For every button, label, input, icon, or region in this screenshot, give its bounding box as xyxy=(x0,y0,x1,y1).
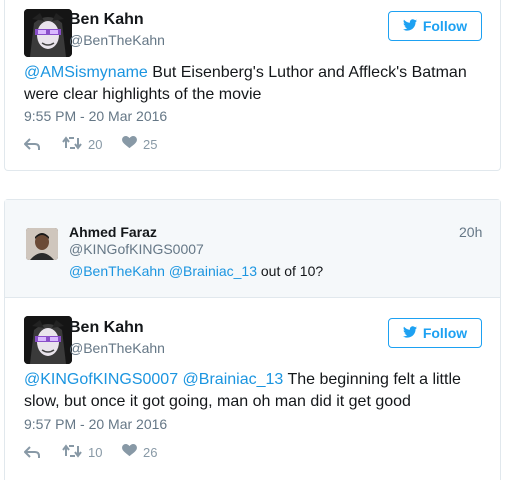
bird-icon xyxy=(402,18,417,34)
follow-label: Follow xyxy=(422,18,468,34)
retweet-icon xyxy=(62,444,82,461)
tweet-text-part: were clear highlights of the movie xyxy=(24,86,262,103)
display-name[interactable]: Ben Kahn xyxy=(69,11,144,29)
retweet-count: 10 xyxy=(88,445,103,460)
reply-text: @BenTheKahn @Brainiac_13 out of 10? xyxy=(69,263,323,279)
retweet-count: 20 xyxy=(88,137,103,152)
follow-label: Follow xyxy=(422,325,468,341)
username[interactable]: @KINGofKINGS0007 xyxy=(69,241,204,257)
follow-button[interactable]: Follow xyxy=(388,11,482,41)
reply-icon xyxy=(24,137,40,154)
mention-link[interactable]: @KINGofKINGS0007 xyxy=(24,371,178,388)
reply-icon xyxy=(24,445,40,462)
retweet-icon xyxy=(62,136,82,153)
timestamp[interactable]: 9:55 PM - 20 Mar 2016 xyxy=(24,108,167,124)
tweet-text-part: slow, but once it got going, man oh man … xyxy=(24,393,411,410)
in-reply-to-tweet[interactable]: Ahmed Faraz @KINGofKINGS0007 20h @BenThe… xyxy=(5,200,500,298)
bird-icon xyxy=(402,325,417,341)
username[interactable]: @BenTheKahn xyxy=(69,340,165,356)
timestamp[interactable]: 9:57 PM - 20 Mar 2016 xyxy=(24,416,167,432)
tweet-text: @KINGofKINGS0007 @Brainiac_13 The beginn… xyxy=(24,369,494,413)
tweet-card: Ben Kahn @BenTheKahn Follow @AMSismyname… xyxy=(4,0,501,171)
follow-button[interactable]: Follow xyxy=(388,318,482,348)
mention-link[interactable]: @AMSismyname xyxy=(24,64,148,81)
tweet-card: Ahmed Faraz @KINGofKINGS0007 20h @BenThe… xyxy=(4,199,501,480)
mention-link[interactable]: @BenTheKahn xyxy=(69,263,165,279)
heart-icon xyxy=(122,136,137,152)
like-button[interactable]: 25 xyxy=(122,136,157,152)
like-button[interactable]: 26 xyxy=(122,444,157,460)
reply-button[interactable] xyxy=(24,137,40,154)
retweet-button[interactable]: 20 xyxy=(62,136,102,153)
avatar[interactable] xyxy=(24,9,72,57)
mention-link[interactable]: @Brainiac_13 xyxy=(183,371,284,388)
display-name[interactable]: Ben Kahn xyxy=(69,319,144,337)
reply-text-part: out of 10? xyxy=(257,263,324,279)
tweet-text-part: The beginning felt a little xyxy=(283,371,461,388)
mention-link[interactable]: @Brainiac_13 xyxy=(169,263,257,279)
relative-time[interactable]: 20h xyxy=(459,224,482,240)
avatar[interactable] xyxy=(24,316,72,364)
tweet-text: @AMSismyname But Eisenberg's Luthor and … xyxy=(24,62,494,106)
retweet-button[interactable]: 10 xyxy=(62,444,102,461)
reply-button[interactable] xyxy=(24,445,40,462)
display-name[interactable]: Ahmed Faraz xyxy=(69,224,157,240)
avatar[interactable] xyxy=(26,228,58,260)
like-count: 26 xyxy=(143,444,158,460)
like-count: 25 xyxy=(143,136,158,152)
heart-icon xyxy=(122,444,137,460)
tweet-text-part: But Eisenberg's Luthor and Affleck's Bat… xyxy=(147,64,467,81)
username[interactable]: @BenTheKahn xyxy=(69,32,165,48)
